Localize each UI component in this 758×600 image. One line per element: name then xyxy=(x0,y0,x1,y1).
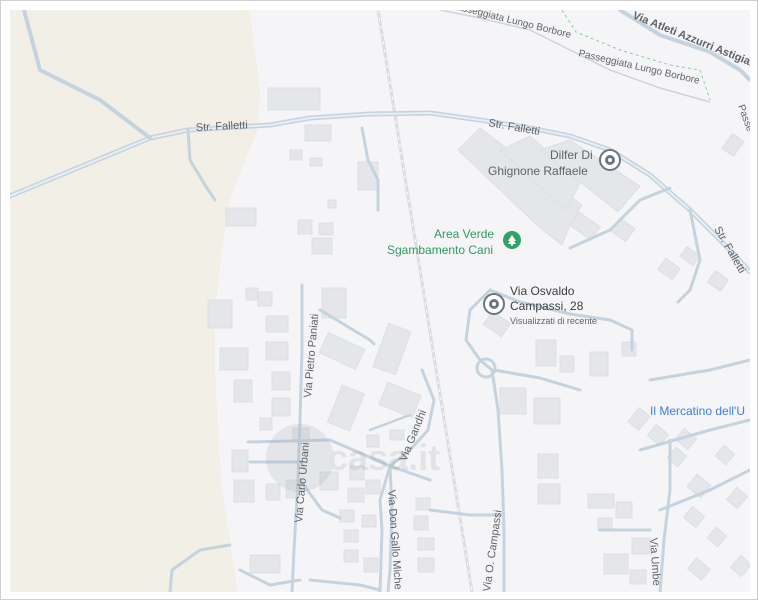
place-area-verde-line1: Area Verde xyxy=(434,227,494,241)
selected-address-line2: Campassi, 28 xyxy=(510,299,584,313)
road-label-via-atleti: Via Atleti Azzurri Astigiani xyxy=(631,10,750,72)
map-canvas[interactable]: casa.it Str. Falletti Str. Falletti Str.… xyxy=(10,10,750,592)
map-frame: casa.it Str. Falletti Str. Falletti Str.… xyxy=(0,0,758,600)
road-label-str-falletti-mid: Str. Falletti xyxy=(487,117,540,138)
road-label-via-don-gallo: Via Don Gallo Miche xyxy=(385,489,404,590)
road-label-passeggiata-edge: Passe xyxy=(735,103,750,133)
road-label-lungo-borbore-2: Passeggiata Lungo Borbore xyxy=(449,10,572,41)
map-pin-icon[interactable] xyxy=(599,149,621,171)
road-label-via-umberto: Via Umbe xyxy=(647,537,662,586)
place-dilfer-name-line2: Ghignone Raffaele xyxy=(488,164,588,178)
selected-address-line1: Via Osvaldo xyxy=(510,284,575,298)
map-pin-icon[interactable] xyxy=(483,293,505,315)
place-area-verde[interactable]: Area Verde Sgambamento Cani xyxy=(387,227,521,257)
place-dilfer-name-line1: Dilfer Di xyxy=(550,148,593,162)
park-tree-icon[interactable] xyxy=(503,231,521,249)
svg-text:casa.it: casa.it xyxy=(328,437,440,478)
road-label-str-falletti-east: Str. Falletti xyxy=(711,225,747,276)
roundabout xyxy=(475,357,497,379)
road-label-via-pietro-paniati: Via Pietro Paniati xyxy=(302,313,321,398)
place-area-verde-line2: Sgambamento Cani xyxy=(387,243,493,257)
selected-address-note: Visualizzati di recente xyxy=(510,316,597,326)
map-svg: casa.it Str. Falletti Str. Falletti Str.… xyxy=(10,10,750,592)
place-mercatino[interactable]: Il Mercatino dell'U xyxy=(650,404,745,418)
road-label-via-campassi: Via O. Campassi xyxy=(481,509,504,592)
